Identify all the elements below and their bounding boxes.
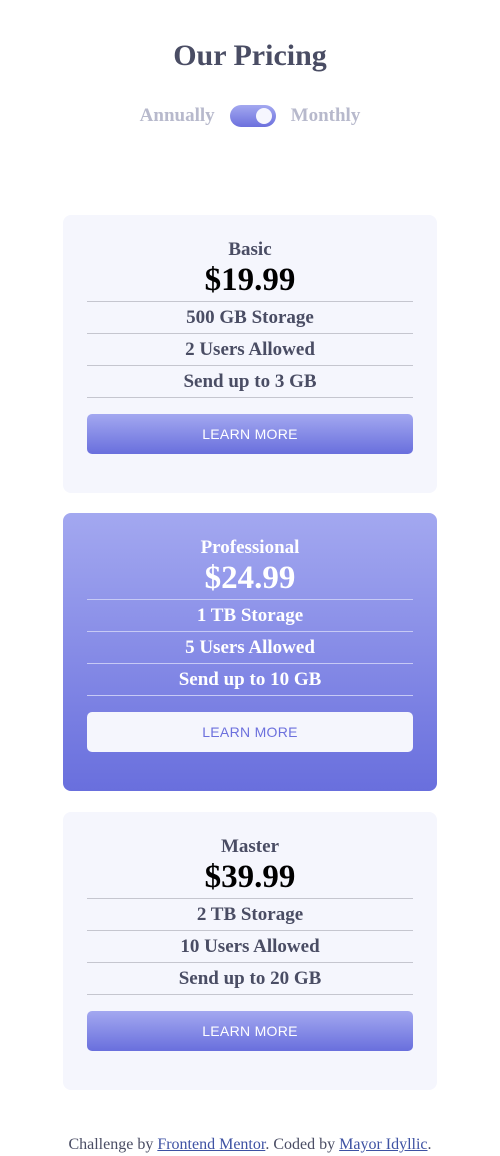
author-link[interactable]: Mayor Idyllic bbox=[339, 1136, 427, 1153]
learn-more-button[interactable]: LEARN MORE bbox=[87, 1011, 413, 1051]
feature-users: 10 Users Allowed bbox=[87, 931, 413, 963]
billing-toggle-switch[interactable] bbox=[229, 105, 276, 127]
feature-list: 2 TB Storage 10 Users Allowed Send up to… bbox=[87, 898, 413, 995]
feature-storage: 2 TB Storage bbox=[87, 899, 413, 931]
feature-list: 500 GB Storage 2 Users Allowed Send up t… bbox=[87, 301, 413, 398]
feature-send: Send up to 20 GB bbox=[87, 963, 413, 995]
feature-storage: 500 GB Storage bbox=[87, 302, 413, 334]
feature-list: 1 TB Storage 5 Users Allowed Send up to … bbox=[87, 599, 413, 696]
plan-price: $19.99 bbox=[204, 262, 296, 298]
plan-card-basic: Basic $19.99 500 GB Storage 2 Users Allo… bbox=[63, 215, 437, 493]
monthly-label[interactable]: Monthly bbox=[291, 105, 361, 127]
plan-name: Professional bbox=[200, 537, 300, 558]
attribution-footer: Challenge by Frontend Mentor. Coded by M… bbox=[0, 1136, 500, 1154]
feature-send: Send up to 3 GB bbox=[87, 366, 413, 398]
pricing-page: Our Pricing Annually Monthly Basic $19.9… bbox=[0, 0, 500, 1156]
learn-more-button[interactable]: LEARN MORE bbox=[87, 712, 413, 752]
plan-card-master: Master $39.99 2 TB Storage 10 Users Allo… bbox=[63, 812, 437, 1090]
plan-name: Basic bbox=[228, 239, 272, 260]
feature-send: Send up to 10 GB bbox=[87, 664, 413, 696]
footer-prefix: Challenge by bbox=[68, 1136, 158, 1153]
plan-card-professional: Professional $24.99 1 TB Storage 5 Users… bbox=[63, 513, 437, 791]
footer-suffix: . bbox=[427, 1136, 432, 1153]
footer-middle: . Coded by bbox=[265, 1136, 340, 1153]
feature-users: 5 Users Allowed bbox=[87, 632, 413, 664]
page-title: Our Pricing bbox=[173, 39, 327, 72]
plan-price: $24.99 bbox=[204, 560, 296, 596]
toggle-knob bbox=[255, 108, 272, 124]
billing-toggle-row: Annually Monthly bbox=[0, 103, 500, 129]
feature-users: 2 Users Allowed bbox=[87, 334, 413, 366]
frontend-mentor-link[interactable]: Frontend Mentor bbox=[157, 1136, 265, 1153]
plan-name: Master bbox=[220, 836, 280, 857]
learn-more-button[interactable]: LEARN MORE bbox=[87, 414, 413, 454]
annually-label[interactable]: Annually bbox=[140, 105, 215, 127]
feature-storage: 1 TB Storage bbox=[87, 600, 413, 632]
plan-price: $39.99 bbox=[204, 859, 296, 895]
